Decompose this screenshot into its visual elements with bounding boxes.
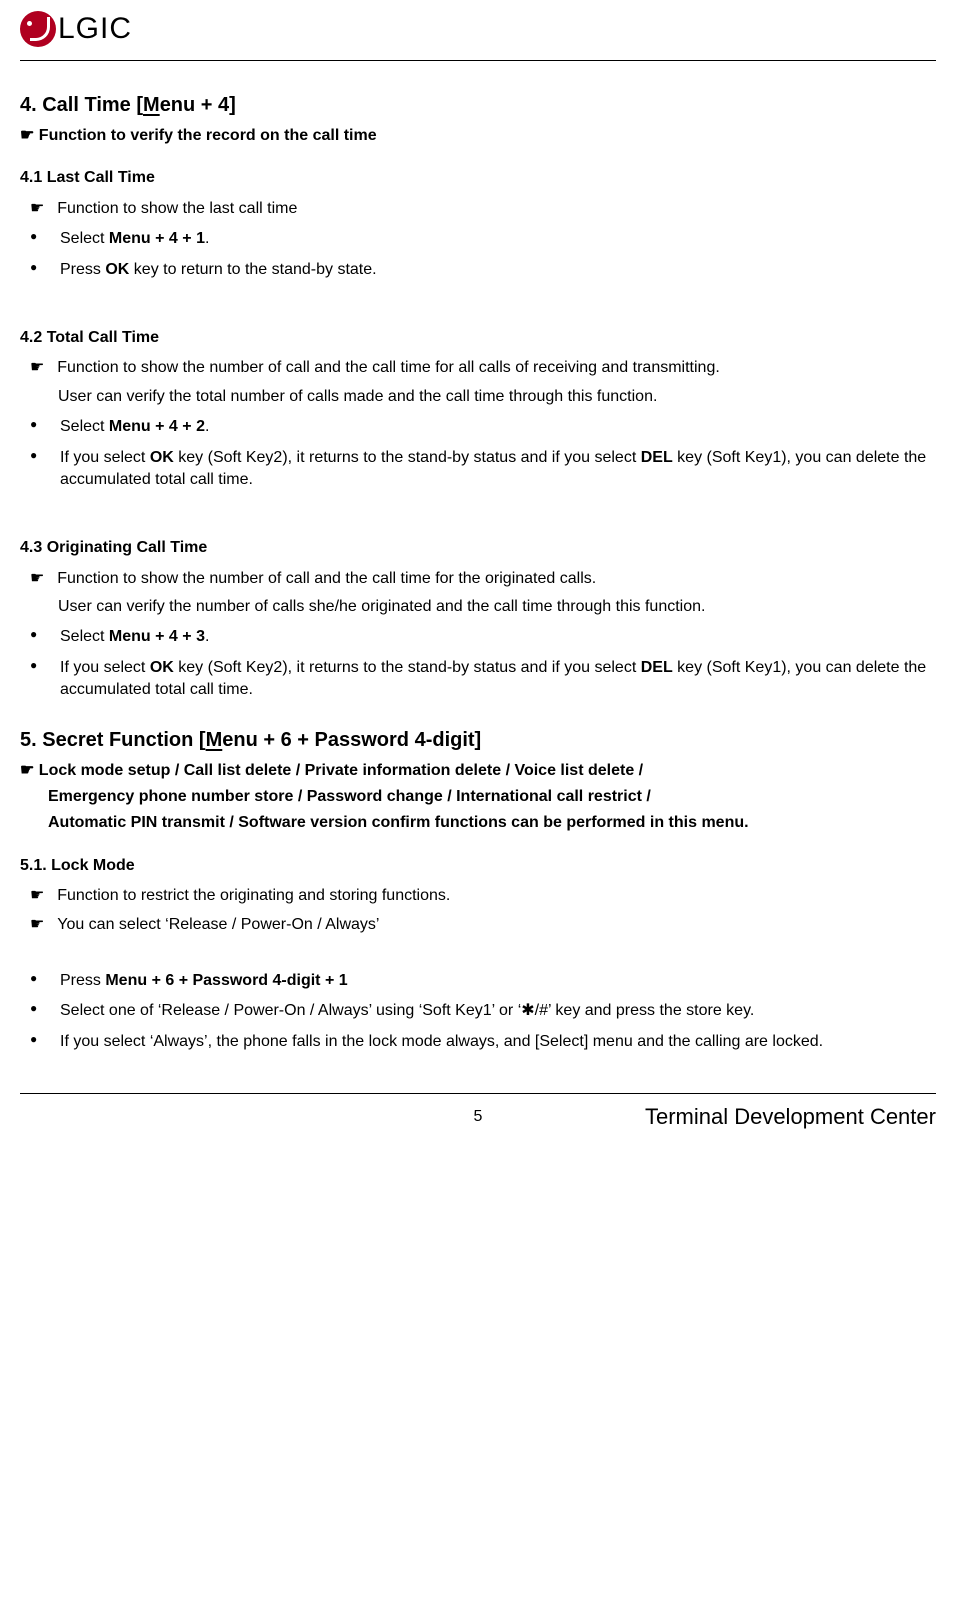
bold-text: Menu + 4 + 2 <box>109 418 205 435</box>
pointer-text: Function to show the last call time <box>57 198 936 220</box>
bold-text: DEL <box>641 449 673 466</box>
title-prefix: 5. Secret Function [ <box>20 729 206 751</box>
title-underline: M <box>206 729 223 751</box>
page-footer: 5 Terminal Development Center <box>20 1102 936 1153</box>
bullet-item: If you select ‘Always’, the phone falls … <box>20 1031 936 1053</box>
text: key (Soft Key2), it returns to the stand… <box>174 659 641 676</box>
text: key (Soft Key2), it returns to the stand… <box>174 449 641 466</box>
section-5-1-pointer2: ☛ You can select ‘Release / Power-On / A… <box>30 914 936 936</box>
pointer-text: Function to show the number of call and … <box>57 357 936 379</box>
page-number: 5 <box>325 1106 630 1128</box>
bullet-item: Select one of ‘Release / Power-On / Alwa… <box>20 1000 936 1022</box>
bold-text: OK <box>150 449 174 466</box>
pointer-icon: ☛ <box>30 357 44 379</box>
pointer-continuation: User can verify the total number of call… <box>58 386 936 408</box>
text: Select <box>60 230 109 247</box>
bold-text: OK <box>105 261 129 278</box>
pointer-text: Function to show the number of call and … <box>57 568 936 590</box>
bold-text: Menu + 4 + 3 <box>109 628 205 645</box>
pointer-icon: ☛ <box>30 198 44 220</box>
pointer-text: You can select ‘Release / Power-On / Alw… <box>57 914 936 936</box>
pointer-continuation: User can verify the number of calls she/… <box>58 596 936 618</box>
title-suffix: enu + 6 + Password 4-digit] <box>222 729 481 751</box>
page-header: LGIC <box>20 0 936 54</box>
title-underline: M <box>143 94 160 116</box>
bold-text: Menu + 4 + 1 <box>109 230 205 247</box>
bullet-item: Select Menu + 4 + 3. <box>20 626 936 648</box>
section-5-intro-line2: Emergency phone number store / Password … <box>48 786 936 808</box>
text: . <box>205 628 209 645</box>
text: Select <box>60 628 109 645</box>
section-5-1-bullets: Press Menu + 6 + Password 4-digit + 1 Se… <box>20 970 936 1053</box>
bullet-item: Press OK key to return to the stand-by s… <box>20 259 936 281</box>
text: . <box>205 418 209 435</box>
lg-logo-icon <box>20 11 56 47</box>
section-4-3-bullets: Select Menu + 4 + 3. If you select OK ke… <box>20 626 936 701</box>
text: If you select <box>60 659 150 676</box>
section-4-2-title: 4.2 Total Call Time <box>20 327 936 349</box>
bold-text: DEL <box>641 659 673 676</box>
pointer-icon: ☛ <box>30 568 44 590</box>
footer-right-text: Terminal Development Center <box>631 1102 936 1133</box>
section-5-intro-line1: ☛ Lock mode setup / Call list delete / P… <box>20 760 936 782</box>
title-prefix: 4. Call Time [ <box>20 94 143 116</box>
text: . <box>205 230 209 247</box>
section-4-2-bullets: Select Menu + 4 + 2. If you select OK ke… <box>20 416 936 491</box>
text: Select <box>60 418 109 435</box>
pointer-text: Function to restrict the originating and… <box>57 885 936 907</box>
bullet-item: Press Menu + 6 + Password 4-digit + 1 <box>20 970 936 992</box>
text: Press <box>60 261 105 278</box>
section-5-title: 5. Secret Function [Menu + 6 + Password … <box>20 726 936 754</box>
footer-rule <box>20 1093 936 1094</box>
bullet-item: Select Menu + 4 + 1. <box>20 228 936 250</box>
section-4-2-pointer: ☛ Function to show the number of call an… <box>30 357 936 379</box>
section-5-1-pointer1: ☛ Function to restrict the originating a… <box>30 885 936 907</box>
section-4-intro: ☛ Function to verify the record on the c… <box>20 125 936 147</box>
section-4-3-title: 4.3 Originating Call Time <box>20 537 936 559</box>
title-suffix: enu + 4] <box>160 94 236 116</box>
pointer-icon: ☛ <box>30 914 44 936</box>
pointer-icon: ☛ <box>30 885 44 907</box>
section-5-intro-line3: Automatic PIN transmit / Software versio… <box>48 812 936 834</box>
text: Press <box>60 972 105 989</box>
text: If you select <box>60 449 150 466</box>
section-4-1-pointer: ☛ Function to show the last call time <box>30 198 936 220</box>
text: key to return to the stand-by state. <box>129 261 376 278</box>
section-5-1-title: 5.1. Lock Mode <box>20 855 936 877</box>
header-rule <box>20 60 936 61</box>
bullet-item: If you select OK key (Soft Key2), it ret… <box>20 447 936 492</box>
section-4-1-title: 4.1 Last Call Time <box>20 167 936 189</box>
brand-text: LGIC <box>58 8 132 50</box>
bullet-item: Select Menu + 4 + 2. <box>20 416 936 438</box>
section-4-3-pointer: ☛ Function to show the number of call an… <box>30 568 936 590</box>
bullet-item: If you select OK key (Soft Key2), it ret… <box>20 657 936 702</box>
bold-text: OK <box>150 659 174 676</box>
section-4-1-bullets: Select Menu + 4 + 1. Press OK key to ret… <box>20 228 936 281</box>
section-4-title: 4. Call Time [Menu + 4] <box>20 91 936 119</box>
bold-text: Menu + 6 + Password 4-digit + 1 <box>105 972 347 989</box>
